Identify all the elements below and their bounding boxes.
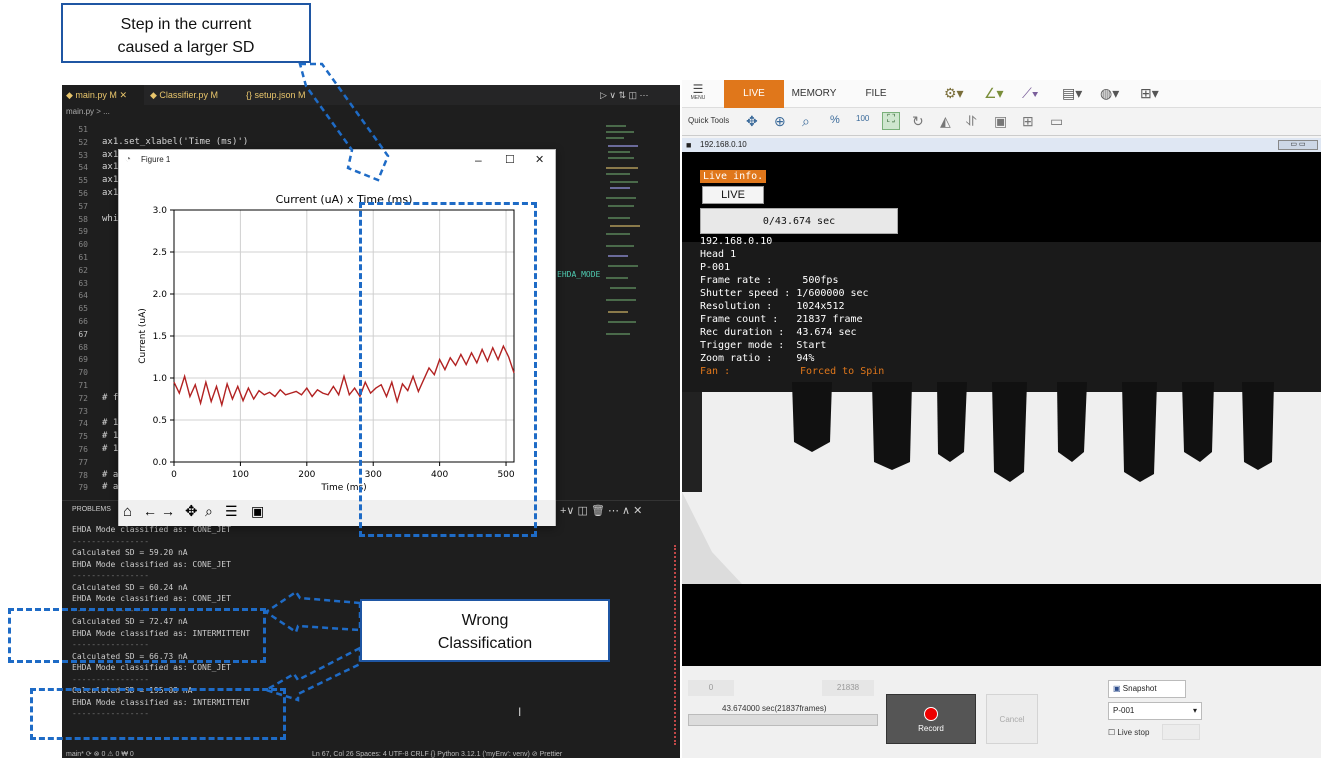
callout-arrows	[262, 62, 390, 702]
arrow-wrong-1	[263, 590, 362, 634]
arrow-top-note	[298, 62, 390, 182]
arrow-wrong-2	[262, 645, 362, 702]
annotation-wrong-classification: Wrong Classification	[360, 599, 610, 662]
